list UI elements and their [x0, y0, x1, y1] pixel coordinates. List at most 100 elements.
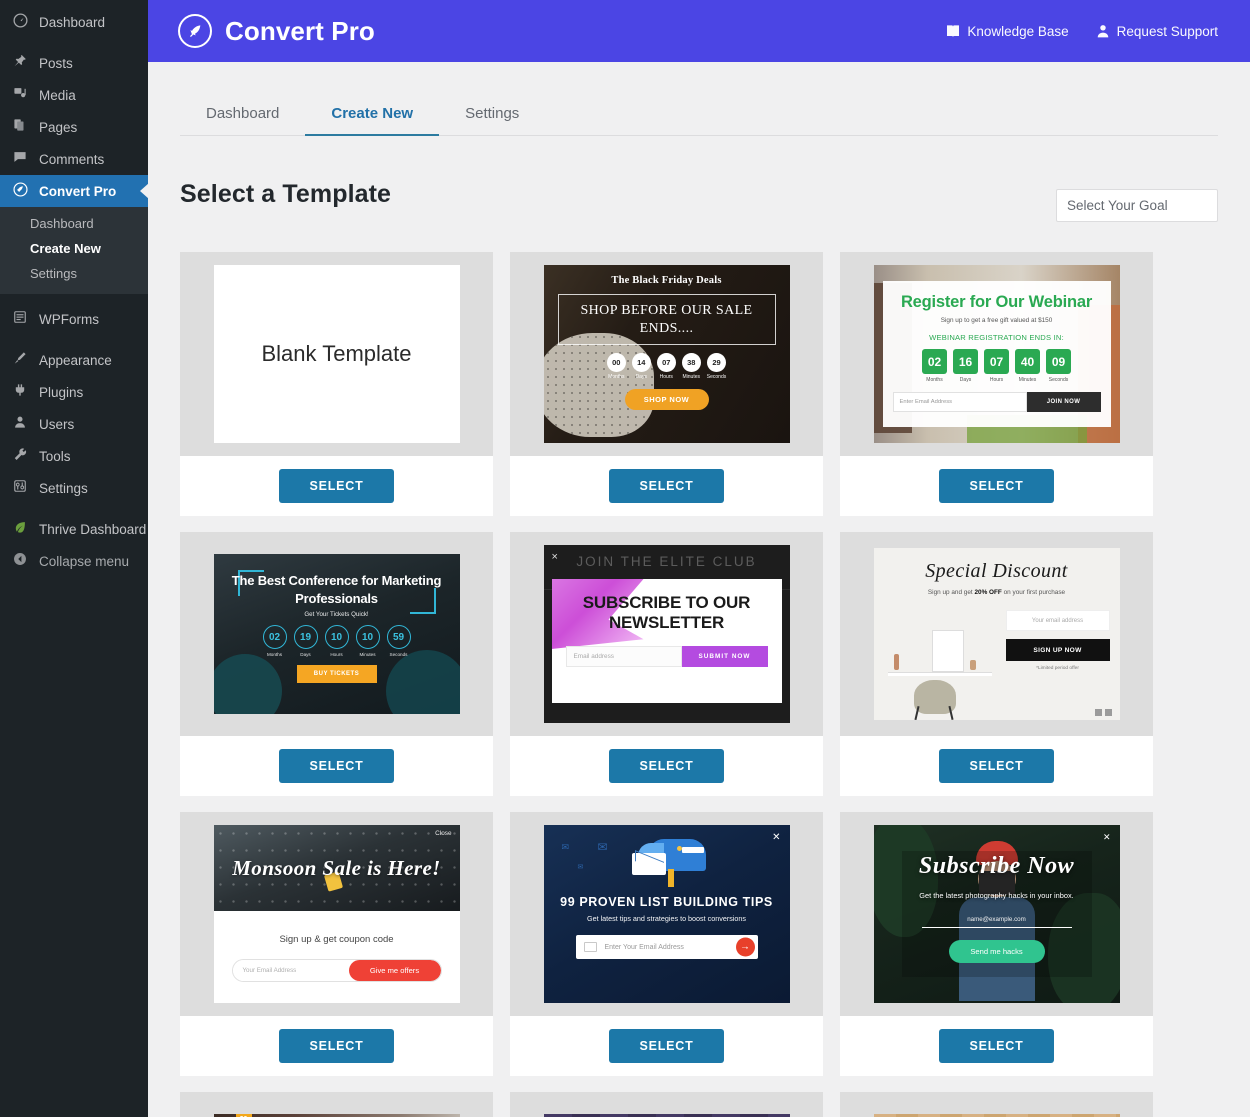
template-card-subscribe-now[interactable]: ✕ Subscribe Now Get the latest photograp…	[840, 812, 1153, 1076]
submenu-item-dashboard[interactable]: Dashboard	[0, 211, 148, 236]
template-card-black-friday[interactable]: The Black Friday Deals SHOP BEFORE OUR S…	[510, 252, 823, 516]
request-support-link[interactable]: Request Support	[1095, 23, 1218, 39]
template-card-monsoon-sale[interactable]: Close Monsoon Sale is Here! Sign up & ge…	[180, 812, 493, 1076]
sidebar-item-dashboard[interactable]: Dashboard	[0, 6, 148, 38]
sidebar-item-appearance[interactable]: Appearance	[0, 344, 148, 376]
select-button[interactable]: SELECT	[939, 749, 1054, 783]
popup-overlay: Register for Our Webinar Sign up to get …	[882, 281, 1111, 427]
countdown-label: Minutes	[359, 652, 376, 658]
select-button[interactable]: SELECT	[279, 749, 394, 783]
tab-create-new[interactable]: Create New	[305, 96, 439, 136]
template-card-footer: SELECT	[510, 1016, 823, 1076]
mail-icon	[583, 942, 597, 952]
template-card-webinar[interactable]: Register for Our Webinar Sign up to get …	[840, 252, 1153, 516]
signup-form: Enter Your Email Address →	[575, 935, 758, 959]
envelope-icon: ✉	[577, 864, 584, 871]
countdown-label: Days	[959, 377, 972, 383]
template-preview: The Black Friday Deals SHOP BEFORE OUR S…	[510, 252, 823, 456]
sidebar-item-users[interactable]: Users	[0, 408, 148, 440]
template-card-footer: SELECT	[180, 736, 493, 796]
countdown-label: Seconds	[706, 374, 727, 380]
countdown-value: 02	[262, 625, 287, 650]
conference-thumb: The Best Conference for Marketing Profes…	[213, 554, 460, 714]
select-button[interactable]: SELECT	[939, 1029, 1054, 1063]
countdown-label: Minutes	[682, 374, 701, 380]
template-card-list-building[interactable]: ✕ ✉ ✉ ✉ 99 PROVEN LIST BUILDING TIPS Get…	[510, 812, 823, 1076]
sidebar-item-tools[interactable]: Tools	[0, 440, 148, 472]
sidebar-item-settings[interactable]: Settings	[0, 472, 148, 504]
cta-button: JOIN NOW	[1026, 392, 1101, 412]
sidebar-item-pages[interactable]: Pages	[0, 111, 148, 143]
subscribe-now-thumb: ✕ Subscribe Now Get the latest photograp…	[873, 825, 1120, 1003]
users-icon	[10, 415, 30, 433]
cta-button: SIGN UP NOW	[1005, 639, 1110, 661]
select-button[interactable]: SELECT	[279, 1029, 394, 1063]
tools-icon	[10, 447, 30, 465]
note-text: *Limited period offer	[1036, 666, 1079, 671]
tab-dashboard[interactable]: Dashboard	[180, 96, 305, 135]
subhead-post: on your first purchase	[1001, 589, 1066, 596]
subhead-strong: 20% OFF	[974, 589, 1002, 596]
desk-illustration	[887, 628, 998, 720]
tab-settings[interactable]: Settings	[439, 96, 545, 135]
sidebar-item-comments[interactable]: Comments	[0, 143, 148, 175]
comments-icon	[10, 150, 30, 168]
submenu-item-create-new[interactable]: Create New	[0, 236, 148, 261]
signup-form: Enter Email Address JOIN NOW	[892, 392, 1101, 412]
countdown-value: 16	[953, 349, 978, 374]
knowledge-base-link[interactable]: Knowledge Base	[945, 23, 1069, 39]
brand-title: Convert Pro	[225, 15, 375, 46]
sidebar-item-label: Posts	[39, 55, 73, 71]
sidebar-item-label: Pages	[39, 119, 78, 135]
subhead-text: Sign up & get coupon code	[279, 934, 394, 945]
blank-template-label: Blank Template	[261, 341, 412, 366]
select-button[interactable]: SELECT	[609, 1029, 724, 1063]
countdown-value: 00	[606, 353, 626, 372]
sidebar-item-media[interactable]: Media	[0, 79, 148, 111]
goal-select-dropdown[interactable]: Select Your Goal	[1056, 189, 1218, 222]
audience-right	[385, 650, 460, 714]
sidebar-item-convert-pro[interactable]: Convert Pro	[0, 175, 148, 207]
template-card-welcome-offer[interactable]: X WELCOME OFFER!	[510, 1092, 823, 1117]
template-preview: ✖ CHEAT SHEET POP	[840, 1092, 1153, 1117]
sidebar-item-label: Convert Pro	[39, 183, 117, 199]
blank-template-thumb: Blank Template	[213, 265, 460, 443]
template-card-footer: SELECT	[510, 736, 823, 796]
template-preview: The Best Conference for Marketing Profes…	[180, 532, 493, 736]
template-card-elite-club[interactable]: JOIN THE ELITE CLUB × SUBSCRIBE TO OUR N…	[510, 532, 823, 796]
template-card-conference[interactable]: The Best Conference for Marketing Profes…	[180, 532, 493, 796]
countdown-value: 19	[293, 625, 318, 650]
thrive-leaf-icon	[10, 520, 30, 538]
tab-bar: Dashboard Create New Settings	[180, 62, 1218, 136]
plugins-icon	[10, 383, 30, 401]
mailbox-illustration	[626, 835, 708, 887]
template-card-footer: SELECT	[180, 1016, 493, 1076]
signup-form: Your Email Address Give me offers	[231, 959, 442, 982]
email-input: Email address	[565, 646, 682, 668]
brand: Convert Pro	[178, 14, 375, 48]
select-button[interactable]: SELECT	[609, 749, 724, 783]
signup-form: Email address SUBMIT NOW	[565, 646, 768, 668]
template-card-coffee-2017[interactable]: 20 17	[180, 1092, 493, 1117]
media-icon	[10, 86, 30, 104]
template-card-blank[interactable]: Blank Template SELECT	[180, 252, 493, 516]
countdown-value: 14	[631, 353, 651, 372]
template-card-cheat-sheet[interactable]: ✖ CHEAT SHEET POP	[840, 1092, 1153, 1117]
template-card-special-discount[interactable]: Special Discount Sign up and get 20% OFF…	[840, 532, 1153, 796]
sidebar-item-collapse-menu[interactable]: Collapse menu	[0, 545, 148, 577]
convert-pro-submenu: Dashboard Create New Settings	[0, 207, 148, 294]
sidebar-item-posts[interactable]: Posts	[0, 47, 148, 79]
sidebar-item-wpforms[interactable]: WPForms	[0, 303, 148, 335]
template-preview: Close Monsoon Sale is Here! Sign up & ge…	[180, 812, 493, 1016]
sidebar-item-thrive-dashboard[interactable]: Thrive Dashboard	[0, 513, 148, 545]
sidebar-item-label: Tools	[39, 448, 71, 464]
email-input: Enter Email Address	[892, 392, 1027, 412]
select-button[interactable]: SELECT	[279, 469, 394, 503]
sidebar-item-plugins[interactable]: Plugins	[0, 376, 148, 408]
submenu-item-settings[interactable]: Settings	[0, 261, 148, 286]
facebook-icon	[1104, 709, 1112, 716]
convert-pro-icon	[10, 181, 30, 201]
countdown-label: Hours	[330, 652, 343, 658]
select-button[interactable]: SELECT	[939, 469, 1054, 503]
select-button[interactable]: SELECT	[609, 469, 724, 503]
